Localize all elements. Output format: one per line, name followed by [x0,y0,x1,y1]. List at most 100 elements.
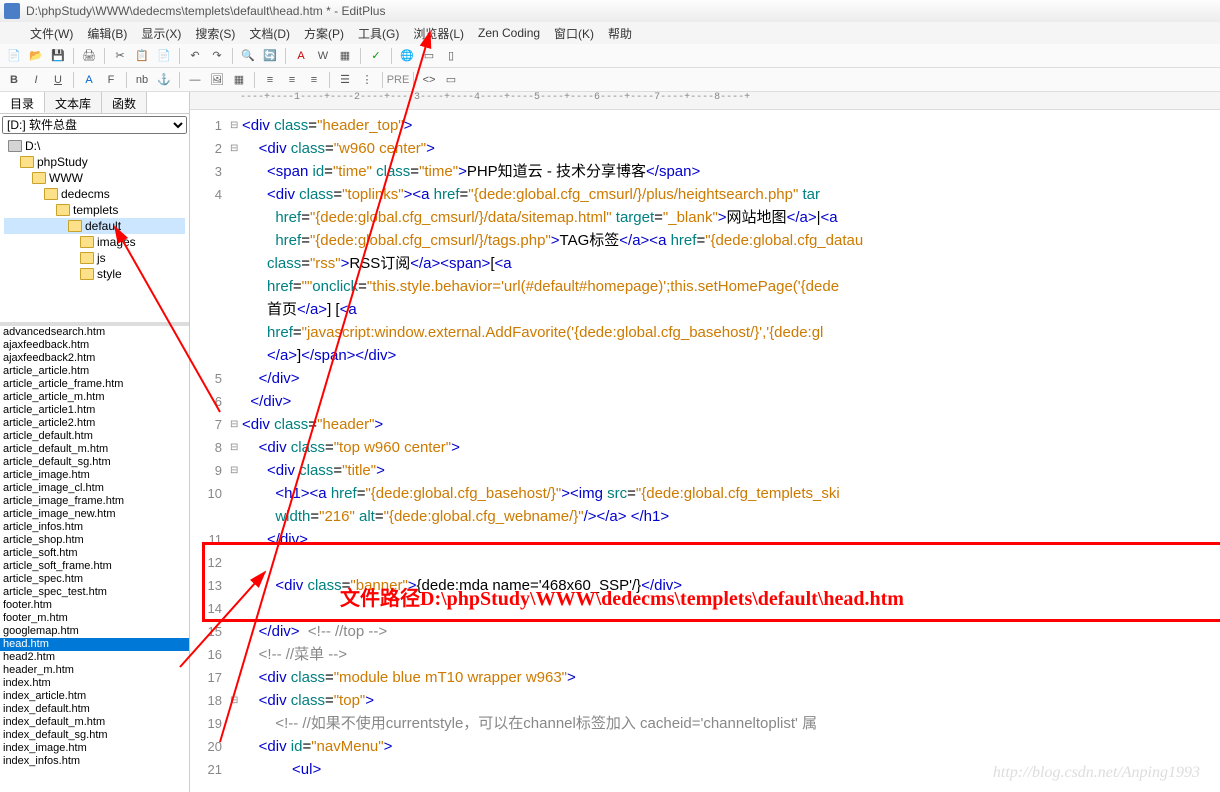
code-line[interactable]: 8⊟ <div class="top w960 center"> [190,436,1220,459]
file-item[interactable]: head.htm [0,638,189,651]
drive-combo[interactable]: [D:] 软件总盘 [2,116,187,134]
check-icon[interactable]: ✓ [366,46,386,66]
new-icon[interactable]: 📄 [4,46,24,66]
folder-tree[interactable]: D:\phpStudyWWWdedecmstempletsdefaultimag… [0,136,189,326]
code-line[interactable]: 18⊟ <div class="top"> [190,689,1220,712]
sidebar-tab[interactable]: 文本库 [45,92,102,113]
code-editor[interactable]: ----+----1----+----2----+----3----+----4… [190,92,1220,792]
file-item[interactable]: article_soft_frame.htm [0,560,189,573]
code-line[interactable]: 15 </div> <!-- //top --> [190,620,1220,643]
redo-icon[interactable]: ↷ [207,46,227,66]
menu-bar[interactable]: 文件(W)编辑(B)显示(X)搜索(S)文档(D)方案(P)工具(G)浏览器(L… [0,22,1220,44]
table-icon[interactable]: ▦ [229,70,249,90]
code-line[interactable]: class="rss">RSS订阅</a><span>[<a [190,252,1220,275]
sidebar-tab[interactable]: 目录 [0,92,45,113]
print-icon[interactable]: 🖨 [79,46,99,66]
nbsp-icon[interactable]: nb [132,70,152,90]
menu-item[interactable]: 文件(W) [30,25,73,42]
cut-icon[interactable]: ✂ [110,46,130,66]
menu-item[interactable]: 窗口(K) [554,25,594,42]
file-item[interactable]: ajaxfeedback2.htm [0,352,189,365]
code-line[interactable]: 7⊟<div class="header"> [190,413,1220,436]
file-item[interactable]: index_default_m.htm [0,716,189,729]
file-item[interactable]: index_image.htm [0,742,189,755]
toolbar-1[interactable]: 📄 📂 💾 🖨 ✂ 📋 📄 ↶ ↷ 🔍 🔄 A W ▦ ✓ 🌐 ▭ ▯ [0,44,1220,68]
div-icon[interactable]: ▭ [441,70,461,90]
file-item[interactable]: index_default.htm [0,703,189,716]
file-item[interactable]: article_default_sg.htm [0,456,189,469]
panel2-icon[interactable]: ▯ [441,46,461,66]
file-item[interactable]: advancedsearch.htm [0,326,189,339]
pre-icon[interactable]: PRE [388,70,408,90]
file-item[interactable]: article_spec.htm [0,573,189,586]
code-line[interactable]: 首页</a>] [<a [190,298,1220,321]
file-item[interactable]: article_image_cl.htm [0,482,189,495]
code-line[interactable]: 13 <div class="banner">{dede:mda name='4… [190,574,1220,597]
menu-item[interactable]: 显示(X) [141,25,181,42]
code-line[interactable]: 11 </div> [190,528,1220,551]
tree-item[interactable]: js [4,250,185,266]
tree-item[interactable]: dedecms [4,186,185,202]
file-list[interactable]: advancedsearch.htmajaxfeedback.htmajaxfe… [0,326,189,792]
menu-item[interactable]: 帮助 [608,25,632,42]
highlight-a-icon[interactable]: A [291,46,311,66]
file-item[interactable]: googlemap.htm [0,625,189,638]
undo-icon[interactable]: ↶ [185,46,205,66]
code-line[interactable]: 14 [190,597,1220,620]
menu-item[interactable]: 方案(P) [304,25,344,42]
wrap-icon[interactable]: W [313,46,333,66]
hr-icon[interactable]: — [185,70,205,90]
code-line[interactable]: 1⊟<div class="header_top"> [190,114,1220,137]
code-line[interactable]: 2⊟ <div class="w960 center"> [190,137,1220,160]
file-item[interactable]: article_article1.htm [0,404,189,417]
code-line[interactable]: 4 <div class="toplinks"><a href="{dede:g… [190,183,1220,206]
menu-item[interactable]: 编辑(B) [87,25,127,42]
open-icon[interactable]: 📂 [26,46,46,66]
save-icon[interactable]: 💾 [48,46,68,66]
browser-icon[interactable]: 🌐 [397,46,417,66]
center-icon[interactable]: ≡ [282,70,302,90]
file-item[interactable]: article_default_m.htm [0,443,189,456]
file-item[interactable]: article_infos.htm [0,521,189,534]
code-line[interactable]: 6 </div> [190,390,1220,413]
file-item[interactable]: article_spec_test.htm [0,586,189,599]
code-line[interactable]: 19 <!-- //如果不使用currentstyle，可以在channel标签… [190,712,1220,735]
tree-item[interactable]: phpStudy [4,154,185,170]
sidebar-tab[interactable]: 函数 [102,92,147,113]
file-item[interactable]: article_shop.htm [0,534,189,547]
code-line[interactable]: 16 <!-- //菜单 --> [190,643,1220,666]
file-item[interactable]: header_m.htm [0,664,189,677]
sidebar-tabs[interactable]: 目录文本库函数 [0,92,189,114]
file-item[interactable]: index.htm [0,677,189,690]
code-line[interactable]: href="javascript:window.external.AddFavo… [190,321,1220,344]
file-item[interactable]: index_infos.htm [0,755,189,768]
underline-icon[interactable]: U [48,70,68,90]
tree-item[interactable]: default [4,218,185,234]
code-area[interactable]: 1⊟<div class="header_top">2⊟ <div class=… [190,110,1220,785]
menu-item[interactable]: 浏览器(L) [413,25,464,42]
font-icon[interactable]: F [101,70,121,90]
file-item[interactable]: ajaxfeedback.htm [0,339,189,352]
code-line[interactable]: href="{dede:global.cfg_cmsurl/}/tags.php… [190,229,1220,252]
file-item[interactable]: article_article_frame.htm [0,378,189,391]
code-line[interactable]: 12 [190,551,1220,574]
replace-icon[interactable]: 🔄 [260,46,280,66]
menu-item[interactable]: 文档(D) [249,25,290,42]
file-item[interactable]: article_article.htm [0,365,189,378]
tree-item[interactable]: D:\ [4,138,185,154]
toolbar-2[interactable]: B I U A F nb ⚓ — 🖼 ▦ ≡ ≡ ≡ ☰ ⋮ PRE <> ▭ [0,68,1220,92]
file-item[interactable]: article_soft.htm [0,547,189,560]
bold-icon[interactable]: B [4,70,24,90]
code-line[interactable]: 20 <div id="navMenu"> [190,735,1220,758]
file-item[interactable]: index_article.htm [0,690,189,703]
code-line[interactable]: 5 </div> [190,367,1220,390]
copy-icon[interactable]: 📋 [132,46,152,66]
code-line[interactable]: 3 <span id="time" class="time">PHP知道云 - … [190,160,1220,183]
menu-item[interactable]: 搜索(S) [195,25,235,42]
tag-icon[interactable]: <> [419,70,439,90]
file-item[interactable]: article_image.htm [0,469,189,482]
code-line[interactable]: 10 <h1><a href="{dede:global.cfg_basehos… [190,482,1220,505]
file-item[interactable]: article_article2.htm [0,417,189,430]
paste-icon[interactable]: 📄 [154,46,174,66]
tree-item[interactable]: style [4,266,185,282]
